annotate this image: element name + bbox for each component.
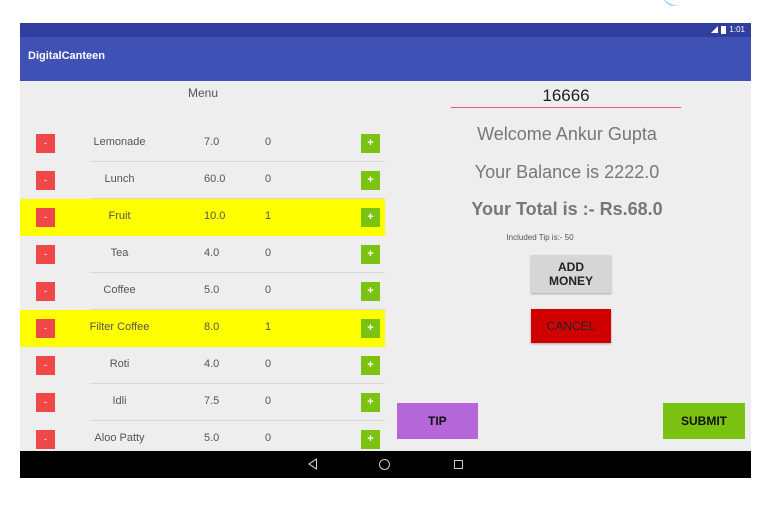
increase-button[interactable]: +: [361, 171, 380, 190]
menu-row: - Fruit 10.0 1 +: [20, 199, 385, 236]
status-time: 1:01: [729, 25, 745, 34]
increase-button[interactable]: +: [361, 208, 380, 227]
add-money-label-line2: MONEY: [548, 274, 593, 288]
item-name: Lemonade: [93, 136, 146, 148]
increase-button[interactable]: +: [361, 393, 380, 412]
decrease-button[interactable]: -: [36, 319, 55, 338]
item-price: 4.0: [204, 247, 220, 259]
decrease-button[interactable]: -: [36, 430, 55, 449]
navigation-bar: [20, 451, 751, 478]
decrease-button[interactable]: -: [36, 134, 55, 153]
item-quantity: 0: [265, 395, 272, 407]
home-icon[interactable]: [379, 459, 390, 470]
total-text: Your Total is :- Rs.68.0: [471, 199, 663, 219]
menu-row: - Idli 7.5 0 +: [20, 384, 385, 421]
increase-button[interactable]: +: [361, 134, 380, 153]
tip-button[interactable]: TIP: [397, 403, 478, 439]
menu-row: - Filter Coffee 8.0 1 +: [20, 310, 385, 347]
item-price: 60.0: [204, 173, 226, 185]
item-quantity: 1: [265, 321, 272, 333]
item-quantity: 0: [265, 284, 272, 296]
increase-button[interactable]: +: [361, 245, 380, 264]
user-id-underline: [451, 107, 681, 108]
cancel-button[interactable]: CANCEL: [531, 309, 611, 343]
increase-button[interactable]: +: [361, 356, 380, 375]
menu-row: - Coffee 5.0 0 +: [20, 273, 385, 310]
balance-text: Your Balance is 2222.0: [474, 162, 660, 182]
increase-button[interactable]: +: [361, 282, 380, 301]
included-tip-text: Included Tip is:- 50: [506, 233, 574, 242]
recents-icon[interactable]: [454, 460, 463, 469]
menu-row: - Roti 4.0 0 +: [20, 347, 385, 384]
decrease-button[interactable]: -: [36, 208, 55, 227]
item-quantity: 0: [265, 432, 272, 444]
welcome-text: Welcome Ankur Gupta: [477, 124, 657, 144]
battery-icon: [721, 25, 727, 34]
increase-button[interactable]: +: [361, 319, 380, 338]
item-name: Tea: [110, 247, 129, 259]
item-price: 7.0: [204, 136, 220, 148]
decrease-button[interactable]: -: [36, 171, 55, 190]
app-title: DigitalCanteen: [28, 50, 106, 62]
item-price: 5.0: [204, 432, 220, 444]
decrease-button[interactable]: -: [36, 356, 55, 375]
item-name: Fruit: [108, 210, 131, 222]
status-bar: 1:01: [20, 23, 751, 37]
item-name: Filter Coffee: [89, 321, 150, 333]
item-price: 10.0: [204, 210, 226, 222]
item-name: Roti: [109, 358, 130, 370]
item-quantity: 0: [265, 247, 272, 259]
increase-button[interactable]: +: [361, 430, 380, 449]
item-name: Lunch: [104, 173, 135, 185]
menu-row: - Lemonade 7.0 0 +: [20, 125, 385, 162]
user-id-field[interactable]: 16666: [451, 86, 681, 106]
submit-button[interactable]: SUBMIT: [663, 403, 745, 439]
back-icon[interactable]: [308, 458, 317, 470]
item-quantity: 0: [265, 136, 272, 148]
item-quantity: 1: [265, 210, 272, 222]
decrease-button[interactable]: -: [36, 393, 55, 412]
item-price: 4.0: [204, 358, 220, 370]
signal-icon: [711, 26, 719, 33]
menu-heading: Menu: [188, 86, 219, 100]
item-quantity: 0: [265, 358, 272, 370]
add-money-label-line1: ADD: [558, 260, 584, 274]
item-quantity: 0: [265, 173, 272, 185]
decrease-button[interactable]: -: [36, 282, 55, 301]
tablet-screen: 1:01 DigitalCanteen Menu - Lemonade 7.0 0 + -…: [20, 23, 751, 478]
item-name: Coffee: [103, 284, 136, 296]
item-price: 7.5: [204, 395, 220, 407]
status-icons: 1:01: [711, 25, 745, 34]
menu-row: - Lunch 60.0 0 +: [20, 162, 385, 199]
item-name: Aloo Patty: [94, 432, 145, 444]
decorative-arc: [640, 0, 781, 6]
add-money-button[interactable]: ADD MONEY: [531, 255, 611, 293]
item-price: 8.0: [204, 321, 220, 333]
menu-row: - Tea 4.0 0 +: [20, 236, 385, 273]
decrease-button[interactable]: -: [36, 245, 55, 264]
app-bar: DigitalCanteen: [20, 37, 751, 81]
item-name: Idli: [112, 395, 127, 407]
item-price: 5.0: [204, 284, 220, 296]
